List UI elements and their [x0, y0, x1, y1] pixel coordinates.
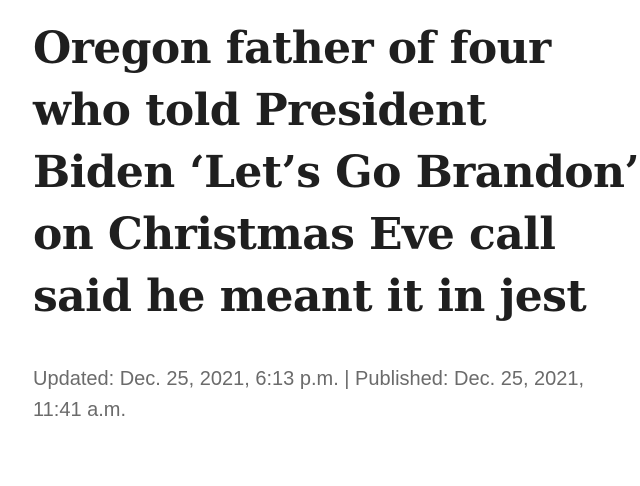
- article-timestamp: Updated: Dec. 25, 2021, 6:13 p.m. | Publ…: [33, 368, 585, 421]
- headline-line: said he meant it in jest: [33, 271, 587, 322]
- headline-line: on Christmas Eve call: [33, 209, 556, 260]
- article-header: Oregon father of four who told President…: [33, 18, 640, 426]
- headline-line: who told President: [33, 85, 487, 136]
- headline-line: Biden ‘Let’s Go Brandon’: [33, 147, 640, 198]
- headline-line: Oregon father of four: [33, 23, 551, 74]
- article-headline: Oregon father of four who told President…: [33, 18, 640, 328]
